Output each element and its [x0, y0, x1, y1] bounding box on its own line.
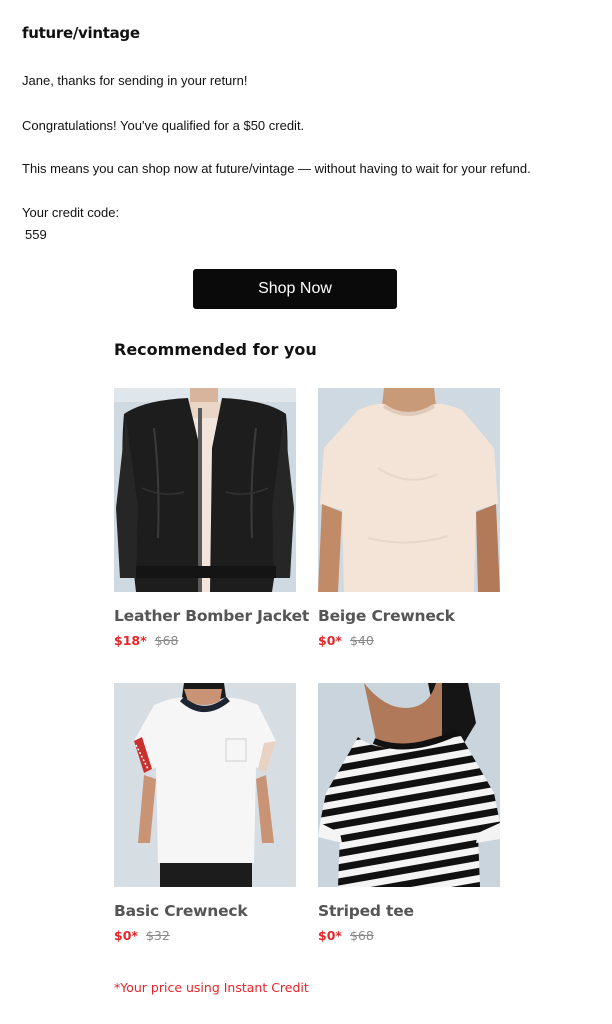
instant-credit-footnote: *Your price using Instant Credit [114, 980, 309, 995]
original-price: $68 [349, 928, 374, 943]
product-name[interactable]: Striped tee [318, 902, 500, 920]
shop-now-button[interactable]: Shop Now [193, 269, 397, 309]
brand-logo[interactable]: future/vintage [22, 24, 140, 42]
product-prices: $0* $32 [114, 928, 296, 943]
product-name[interactable]: Basic Crewneck [114, 902, 296, 920]
product-name[interactable]: Beige Crewneck [318, 607, 500, 625]
product-card[interactable]: Striped tee $0* $68 [318, 683, 500, 943]
product-name[interactable]: Leather Bomber Jacket [114, 607, 309, 625]
original-price: $68 [154, 633, 179, 648]
jacket-photo[interactable] [114, 388, 296, 592]
greeting-text: Jane, thanks for sending in your return! [22, 73, 248, 88]
credit-code-label: Your credit code: [22, 205, 120, 220]
credit-price: $0* [114, 928, 138, 943]
product-prices: $0* $68 [318, 928, 500, 943]
recommended-heading: Recommended for you [114, 340, 317, 359]
credit-price: $18* [114, 633, 147, 648]
credit-price: $0* [318, 633, 342, 648]
beige-tee-photo[interactable] [318, 388, 500, 592]
explain-text: This means you can shop now at future/vi… [22, 161, 531, 176]
credit-code-value: 559 [25, 227, 47, 242]
congrats-text: Congratulations! You've qualified for a … [22, 118, 305, 133]
original-price: $32 [145, 928, 170, 943]
product-card[interactable]: Leather Bomber Jacket $18* $68 [114, 388, 309, 648]
credit-price: $0* [318, 928, 342, 943]
product-card[interactable]: Beige Crewneck $0* $40 [318, 388, 500, 648]
product-prices: $18* $68 [114, 633, 296, 648]
product-prices: $0* $40 [318, 633, 500, 648]
striped-tee-photo[interactable] [318, 683, 500, 887]
original-price: $40 [349, 633, 374, 648]
product-card[interactable]: Basic Crewneck $0* $32 [114, 683, 296, 943]
white-tee-photo[interactable] [114, 683, 296, 887]
